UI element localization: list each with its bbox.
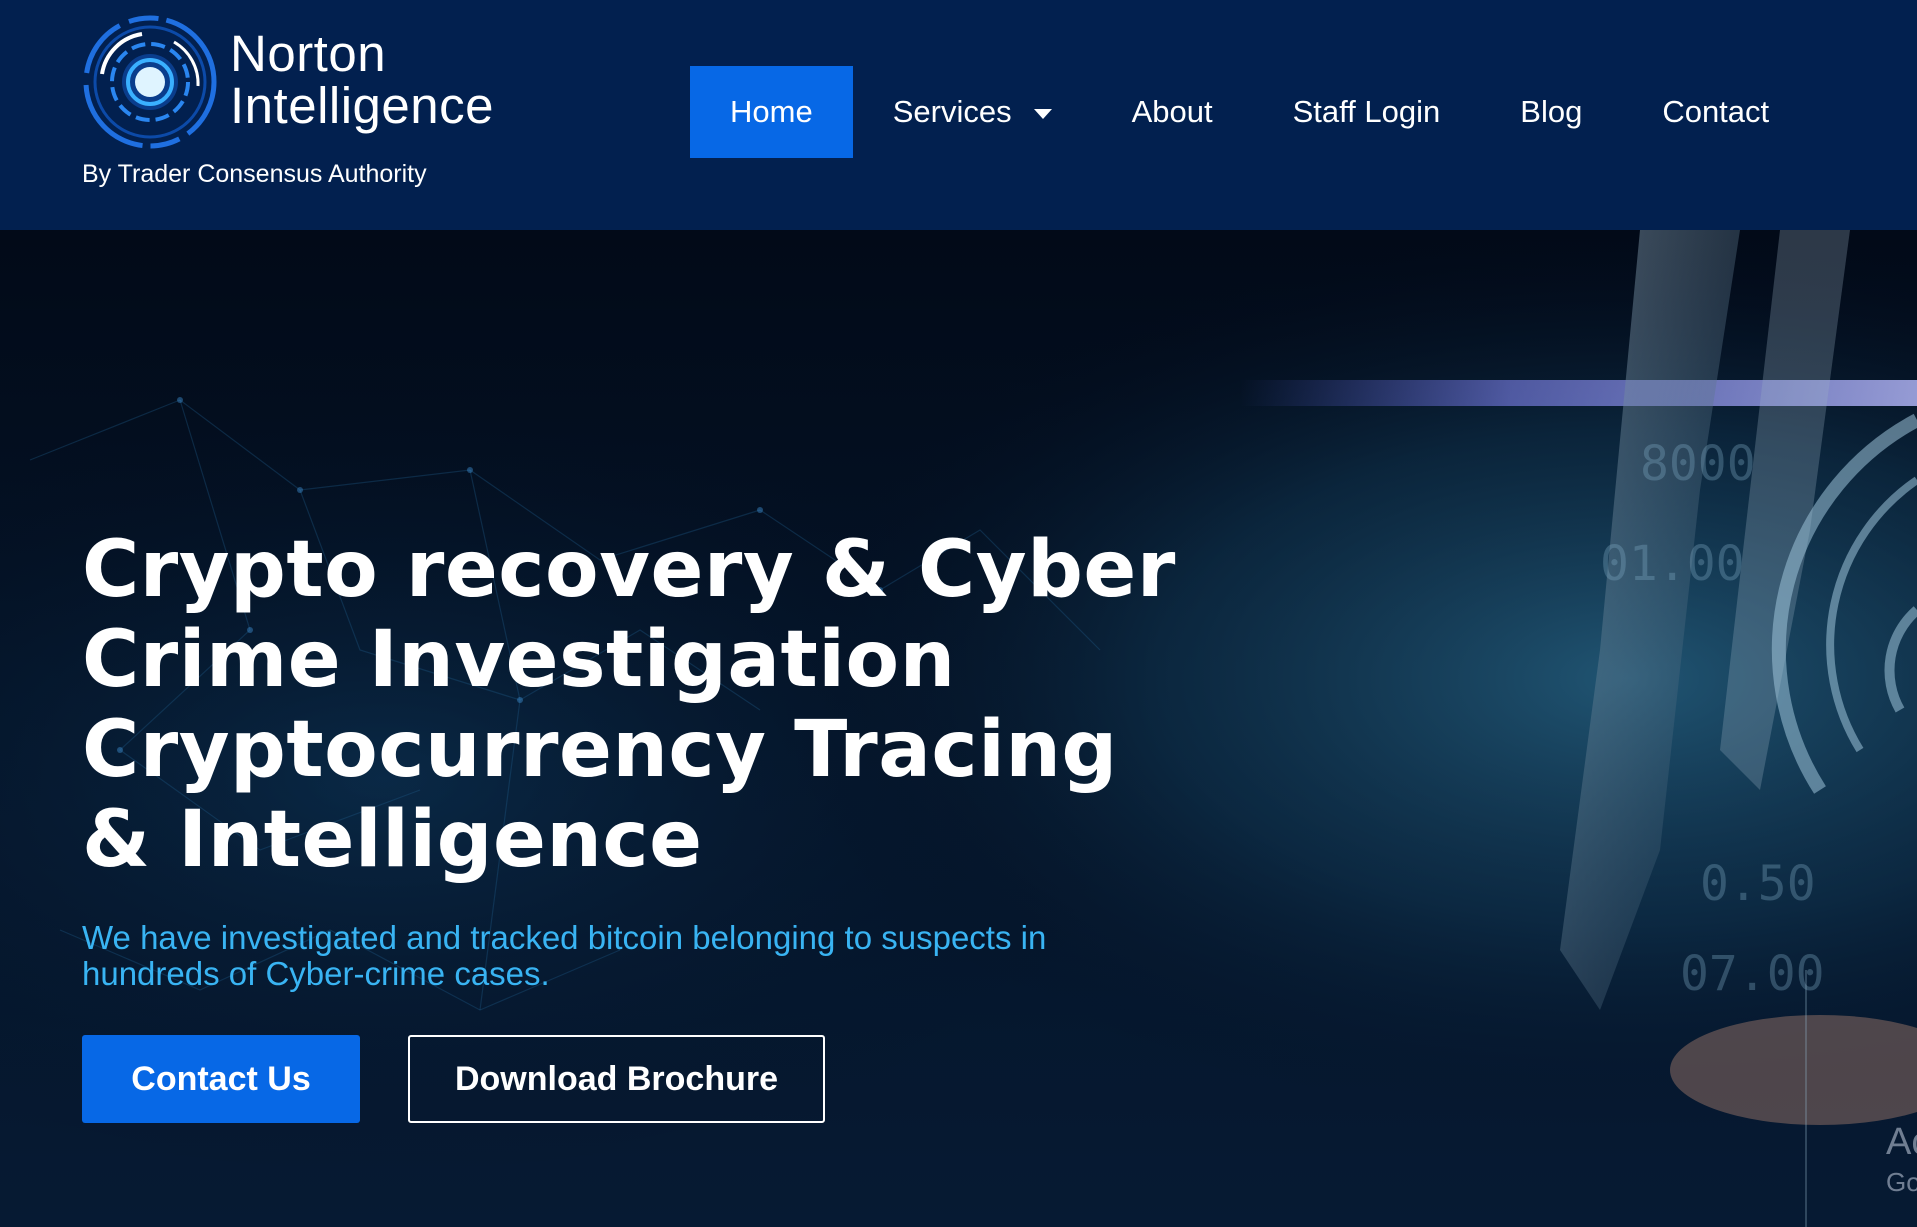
contact-us-button[interactable]: Contact Us xyxy=(82,1035,360,1123)
logo-link[interactable]: Norton Intelligence By Trader Consensus … xyxy=(82,14,522,194)
hero-title-line: Crypto recovery & Cyber xyxy=(82,525,1176,615)
hud-digit: 8000 xyxy=(1640,436,1756,492)
circular-target-emblem-icon xyxy=(83,15,217,149)
nav-item-label: Contact xyxy=(1662,94,1770,129)
site-header: Norton Intelligence By Trader Consensus … xyxy=(0,0,1917,230)
nav-item-contact[interactable]: Contact xyxy=(1622,66,1809,158)
caret-down-icon xyxy=(1033,109,1052,119)
hud-digit: 01.00 xyxy=(1600,536,1745,592)
nav-item-staff-login[interactable]: Staff Login xyxy=(1253,66,1481,158)
hud-digit: 07.00 xyxy=(1680,946,1825,1002)
nav-item-blog[interactable]: Blog xyxy=(1480,66,1622,158)
hero-title-line: Crime Investigation xyxy=(82,615,956,705)
logo-name-line2: Intelligence xyxy=(230,77,495,134)
main-nav: Home Services About Staff Login Blog Con… xyxy=(690,66,1809,158)
nav-item-label: Staff Login xyxy=(1292,94,1441,129)
hero-subtitle-line: We have investigated and tracked bitcoin… xyxy=(82,919,1047,956)
download-brochure-button[interactable]: Download Brochure xyxy=(408,1035,825,1123)
hero-title: Crypto recovery & Cyber Crime Investigat… xyxy=(82,525,1282,885)
watermark-line2: Go xyxy=(1886,1167,1917,1197)
logo-tagline: By Trader Consensus Authority xyxy=(82,160,427,188)
logo-name: Norton Intelligence xyxy=(230,28,494,132)
logo-name-line1: Norton xyxy=(230,25,387,82)
nav-item-label: Blog xyxy=(1520,94,1583,129)
nav-item-services[interactable]: Services xyxy=(853,66,1092,158)
nav-item-home[interactable]: Home xyxy=(690,66,853,158)
activate-windows-watermark: Ac Go xyxy=(1886,1120,1917,1200)
hero-subtitle: We have investigated and tracked bitcoin… xyxy=(82,920,1182,992)
hero-title-line: & Intelligence xyxy=(82,795,703,885)
hero-title-line: Cryptocurrency Tracing xyxy=(82,705,1118,795)
nav-item-label: About xyxy=(1131,94,1213,129)
nav-item-about[interactable]: About xyxy=(1092,66,1253,158)
watermark-line1: Ac xyxy=(1886,1121,1917,1163)
nav-item-label: Services xyxy=(892,94,1012,129)
nav-item-label: Home xyxy=(730,94,813,129)
hero-section: 8000 01.00 0.50 07.00 Crypto recovery & … xyxy=(0,230,1917,1227)
hero-subtitle-line: hundreds of Cyber-crime cases. xyxy=(82,955,550,992)
hud-digit: 0.50 xyxy=(1700,856,1816,912)
